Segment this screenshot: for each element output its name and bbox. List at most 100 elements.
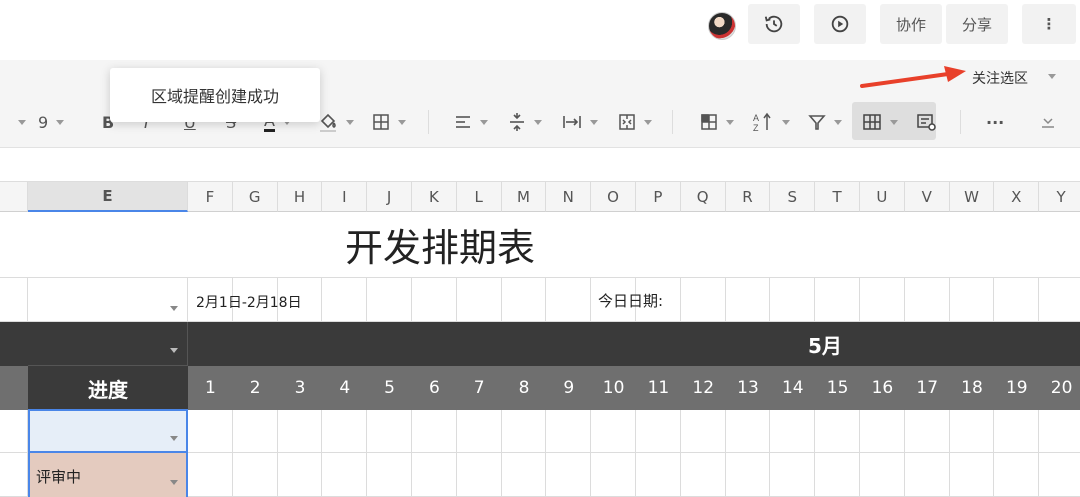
grid-cell[interactable] bbox=[322, 409, 368, 453]
collapse-toolbar-button[interactable] bbox=[1040, 110, 1056, 134]
progress-header[interactable]: 进度 bbox=[28, 366, 188, 410]
history-button[interactable] bbox=[748, 4, 800, 44]
day-header-cell[interactable]: 4 bbox=[322, 366, 367, 410]
grid-cell[interactable] bbox=[680, 409, 726, 453]
sort-button[interactable]: AZ bbox=[752, 110, 790, 134]
grid-cell[interactable] bbox=[636, 453, 681, 497]
column-header-r[interactable]: R bbox=[725, 182, 771, 212]
month-label[interactable]: 5月 bbox=[808, 330, 842, 359]
column-header-e[interactable]: E bbox=[28, 182, 188, 212]
grid-cell[interactable] bbox=[994, 409, 1040, 453]
focus-area-dropdown[interactable]: 关注选区 bbox=[972, 68, 1028, 88]
grid-cell[interactable] bbox=[770, 409, 816, 453]
grid-cell[interactable] bbox=[188, 409, 233, 453]
grid-cell[interactable] bbox=[546, 453, 592, 497]
avatar[interactable] bbox=[708, 12, 736, 40]
present-button[interactable] bbox=[814, 4, 866, 44]
fill-color-button[interactable] bbox=[318, 110, 354, 134]
today-label-cell[interactable]: 今日日期: bbox=[598, 290, 663, 311]
grid-cell[interactable] bbox=[232, 453, 278, 497]
day-header-cell[interactable]: 5 bbox=[367, 366, 412, 410]
grid-cell[interactable] bbox=[904, 409, 950, 453]
day-header-cell[interactable]: 14 bbox=[770, 366, 815, 410]
day-header-cell[interactable]: 2 bbox=[233, 366, 278, 410]
dropdown-cell[interactable] bbox=[28, 278, 188, 322]
align-button[interactable] bbox=[454, 110, 488, 134]
merge-cells-button[interactable] bbox=[618, 110, 652, 134]
column-header-v[interactable]: V bbox=[904, 182, 950, 212]
day-header-cell[interactable]: 6 bbox=[412, 366, 457, 410]
column-header-g[interactable]: G bbox=[232, 182, 278, 212]
day-header-cell[interactable]: 16 bbox=[860, 366, 905, 410]
column-header-f[interactable]: F bbox=[188, 182, 233, 212]
grid-cell[interactable] bbox=[367, 453, 412, 497]
day-header-cell[interactable]: 1 bbox=[188, 366, 233, 410]
grid-cell[interactable] bbox=[725, 453, 771, 497]
column-header-q[interactable]: Q bbox=[680, 182, 726, 212]
row-header[interactable] bbox=[0, 278, 28, 322]
grid-cell[interactable] bbox=[456, 409, 502, 453]
grid-cell[interactable] bbox=[412, 409, 457, 453]
day-header-cell[interactable]: 8 bbox=[502, 366, 547, 410]
status-value[interactable]: 评审中 bbox=[36, 466, 81, 487]
chevron-down-icon[interactable] bbox=[170, 436, 178, 441]
grid-cell[interactable] bbox=[501, 409, 547, 453]
grid-cell[interactable] bbox=[277, 409, 323, 453]
column-header-x[interactable]: X bbox=[994, 182, 1040, 212]
grid-cell[interactable] bbox=[994, 278, 1040, 322]
grid-cell[interactable] bbox=[815, 453, 860, 497]
grid-cell[interactable] bbox=[770, 278, 816, 322]
day-header-cell[interactable]: 3 bbox=[278, 366, 323, 410]
grid-cell[interactable] bbox=[412, 278, 457, 322]
grid-cell[interactable] bbox=[188, 453, 233, 497]
column-header-y[interactable]: Y bbox=[1039, 182, 1080, 212]
grid-cell[interactable] bbox=[725, 409, 771, 453]
grid-cell[interactable] bbox=[322, 453, 368, 497]
column-header-p[interactable]: P bbox=[636, 182, 681, 212]
day-header-cell[interactable]: 17 bbox=[905, 366, 950, 410]
grid-cell[interactable] bbox=[949, 453, 995, 497]
gridlines-button[interactable] bbox=[862, 110, 898, 134]
grid-cell[interactable] bbox=[725, 278, 771, 322]
chevron-down-icon[interactable] bbox=[170, 348, 178, 353]
font-size-dropdown[interactable]: 9 bbox=[18, 110, 65, 134]
column-header-t[interactable]: T bbox=[815, 182, 860, 212]
conditional-format-button[interactable] bbox=[916, 110, 936, 134]
grid-cell[interactable] bbox=[815, 278, 860, 322]
grid-cell[interactable] bbox=[591, 453, 636, 497]
text-wrap-button[interactable] bbox=[562, 110, 598, 134]
grid-cell[interactable] bbox=[1039, 453, 1080, 497]
row-header[interactable] bbox=[0, 409, 28, 453]
grid-cell[interactable] bbox=[456, 453, 502, 497]
grid-cell[interactable] bbox=[367, 278, 412, 322]
day-header-cell[interactable]: 10 bbox=[591, 366, 636, 410]
dropdown-cell-dark[interactable] bbox=[28, 322, 188, 366]
sheet-title[interactable]: 开发排期表 bbox=[0, 212, 1080, 278]
grid-cell[interactable] bbox=[367, 409, 412, 453]
grid-cell[interactable] bbox=[815, 409, 860, 453]
header-corner[interactable] bbox=[0, 182, 28, 212]
day-header-cell[interactable]: 12 bbox=[681, 366, 726, 410]
grid-cell[interactable] bbox=[1039, 278, 1080, 322]
column-header-i[interactable]: I bbox=[322, 182, 368, 212]
grid-cell[interactable] bbox=[949, 278, 995, 322]
grid-cell[interactable] bbox=[860, 453, 905, 497]
collaborate-button[interactable]: 协作 bbox=[880, 4, 942, 44]
day-header-cell[interactable]: 18 bbox=[950, 366, 995, 410]
grid-cell[interactable] bbox=[770, 453, 816, 497]
grid-cell[interactable] bbox=[994, 453, 1040, 497]
row-header[interactable] bbox=[0, 453, 28, 497]
column-header-s[interactable]: S bbox=[770, 182, 816, 212]
day-header-cell[interactable]: 19 bbox=[994, 366, 1039, 410]
vertical-align-button[interactable] bbox=[508, 110, 542, 134]
column-header-l[interactable]: L bbox=[456, 182, 502, 212]
grid-cell[interactable] bbox=[456, 278, 502, 322]
grid-cell[interactable] bbox=[636, 409, 681, 453]
column-header-m[interactable]: M bbox=[501, 182, 547, 212]
day-header-cell[interactable]: 9 bbox=[546, 366, 591, 410]
column-header-n[interactable]: N bbox=[546, 182, 592, 212]
grid-cell[interactable] bbox=[232, 409, 278, 453]
column-header-k[interactable]: K bbox=[412, 182, 457, 212]
column-header-j[interactable]: J bbox=[367, 182, 412, 212]
freeze-button[interactable] bbox=[700, 110, 734, 134]
